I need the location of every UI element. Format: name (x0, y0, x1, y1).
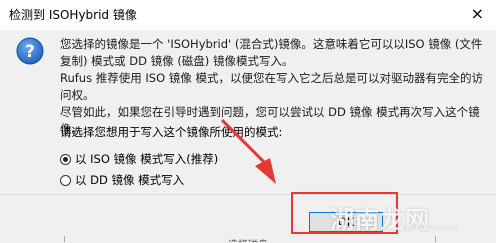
message-body: 您选择的镜像是一个 'ISOHybrid' (混合式)镜像。这意味着它可以以IS… (60, 36, 490, 138)
question-glyph: ? (25, 42, 35, 62)
radio-dd-mode[interactable]: 以 DD 镜像 模式写入 (60, 172, 184, 188)
radio-label-iso: 以 ISO 镜像 模式写入(推荐) (75, 152, 219, 166)
message-paragraph-2: Rufus 推荐使用 ISO 镜像 模式，以便您在写入它之后总是可以对驱动器有完… (60, 71, 483, 102)
message-paragraph-1: 您选择的镜像是一个 'ISOHybrid' (混合式)镜像。这意味着它可以以IS… (60, 37, 483, 68)
title-bar: 检测到 ISOHybrid 镜像 × (0, 0, 496, 30)
mode-prompt: 请选择您想用于写入这个镜像所使用的模式: (60, 125, 283, 139)
radio-button-dd[interactable] (60, 174, 71, 186)
background-partial-text: 选择磁盘 (228, 236, 268, 242)
window-title: 检测到 ISOHybrid 镜像 (9, 8, 137, 22)
radio-label-dd: 以 DD 镜像 模式写入 (75, 173, 185, 187)
question-icon: ? (16, 37, 44, 65)
close-icon[interactable]: × (471, 4, 484, 23)
radio-iso-mode[interactable]: 以 ISO 镜像 模式写入(推荐) (60, 151, 218, 167)
radio-button-iso[interactable] (60, 153, 71, 165)
highlight-box (291, 192, 398, 234)
